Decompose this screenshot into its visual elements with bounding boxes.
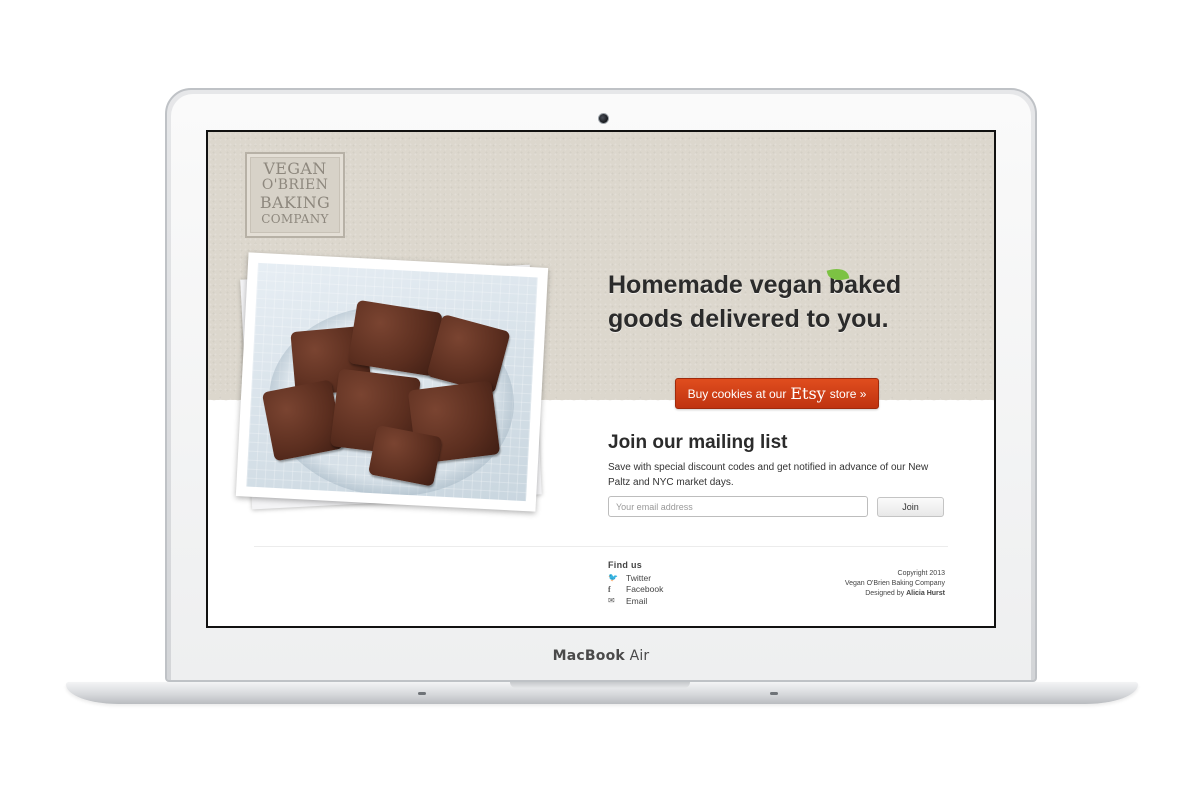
brownie-photo — [235, 252, 549, 512]
facebook-link[interactable]: f Facebook — [608, 584, 663, 596]
device-model: Air — [629, 648, 650, 664]
email-label: Email — [626, 595, 648, 606]
twitter-label: Twitter — [626, 572, 652, 583]
designer-credit: Designed by Alicia Hurst — [845, 589, 945, 599]
logo-line: O'BRIEN — [261, 177, 329, 193]
twitter-link[interactable]: 🐦 Twitter — [608, 572, 663, 584]
logo-line: COMPANY — [261, 212, 329, 226]
designer-link[interactable]: Alicia Hurst — [906, 590, 945, 597]
screen: VEGAN O'BRIEN BAKING COMPANY Homemade ve… — [206, 130, 996, 628]
device-label: MacBook Air — [171, 648, 1031, 664]
laptop-foot-left — [418, 692, 426, 695]
footer-divider — [254, 546, 948, 547]
facebook-icon: f — [608, 584, 611, 594]
etsy-wordmark: Etsy — [790, 384, 826, 403]
copyright-year: Copyright 2013 — [897, 570, 945, 577]
photo-image — [246, 262, 538, 502]
company-name: Vegan O'Brien Baking Company — [844, 580, 945, 587]
email-link[interactable]: ✉ Email — [608, 595, 663, 607]
designed-by-label: Designed by — [865, 590, 905, 597]
web-page: VEGAN O'BRIEN BAKING COMPANY Homemade ve… — [208, 132, 994, 626]
find-us-title: Find us — [608, 560, 643, 570]
email-icon: ✉ — [608, 596, 615, 606]
laptop-notch — [510, 682, 690, 688]
etsy-store-button[interactable]: Buy cookies at our Etsy store » — [675, 378, 879, 409]
laptop-foot-right — [770, 692, 778, 695]
company-logo[interactable]: VEGAN O'BRIEN BAKING COMPANY — [245, 152, 345, 238]
laptop-base — [66, 682, 1138, 704]
device-brand: MacBook — [552, 648, 625, 664]
logo-line: VEGAN — [263, 159, 327, 178]
copyright-block: Copyright 2013 Vegan O'Brien Baking Comp… — [845, 569, 945, 599]
etsy-button-prefix: Buy cookies at our — [687, 386, 787, 401]
mailing-list-title: Join our mailing list — [608, 432, 788, 453]
twitter-icon: 🐦 — [608, 573, 618, 583]
mailing-list-description: Save with special discount codes and get… — [608, 462, 929, 488]
facebook-label: Facebook — [626, 584, 664, 595]
join-button[interactable]: Join — [877, 497, 944, 517]
etsy-button-suffix: store » — [829, 386, 867, 401]
social-links: 🐦 Twitter f Facebook ✉ Email — [608, 572, 663, 607]
brownie — [261, 379, 344, 462]
email-field[interactable] — [608, 496, 868, 517]
camera-icon — [598, 113, 609, 124]
hero-headline: Homemade vegan baked goods delivered to … — [608, 271, 902, 333]
logo-line: BAKING — [259, 193, 331, 212]
